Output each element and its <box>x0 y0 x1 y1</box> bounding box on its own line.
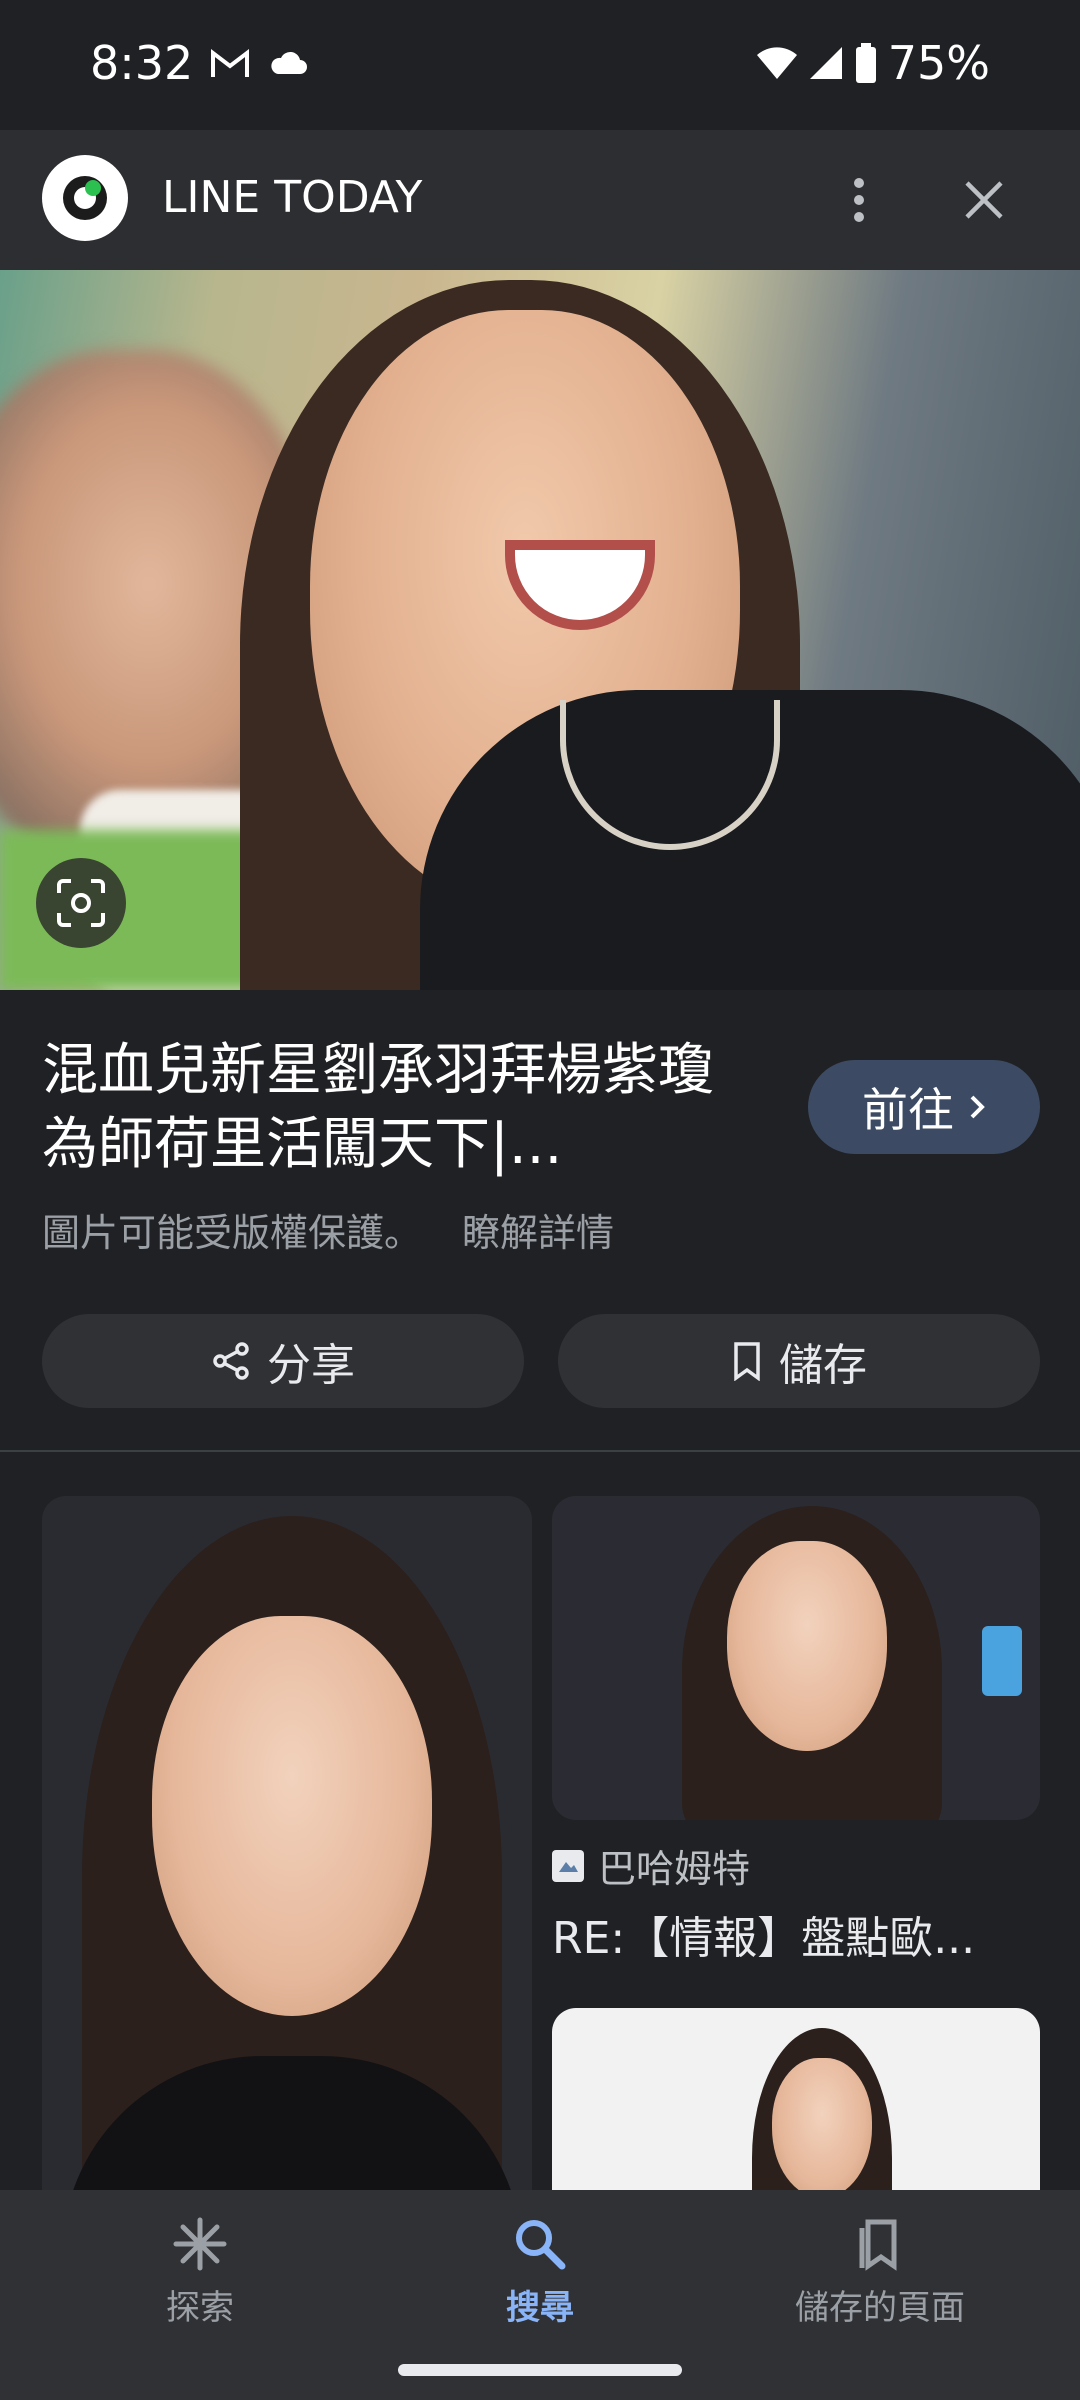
learn-more-link[interactable]: 瞭解詳情 <box>462 1202 614 1257</box>
home-indicator[interactable] <box>398 2364 682 2376</box>
section-divider <box>0 1450 1080 1452</box>
save-button[interactable]: 儲存 <box>558 1314 1040 1408</box>
related-source[interactable]: 巴哈姆特 <box>552 1838 750 1893</box>
nav-explore-label: 探索 <box>166 2288 234 2328</box>
more-options-button[interactable] <box>836 170 882 230</box>
bahamut-favicon-icon <box>552 1849 584 1882</box>
bookmark-icon <box>734 1342 760 1381</box>
notification-icons <box>210 48 308 80</box>
related-title[interactable]: RE:【情報】盤點歐... <box>552 1902 1040 1966</box>
chevron-right-icon <box>970 1095 985 1119</box>
google-lens-button[interactable] <box>36 858 126 948</box>
battery-percent: 75% <box>887 36 990 90</box>
nav-search[interactable]: 搜尋 <box>420 2214 660 2329</box>
wifi-icon <box>756 47 797 79</box>
source-name: 巴哈姆特 <box>598 1847 751 1891</box>
status-right: 75% <box>756 36 990 90</box>
line-today-logo-icon <box>63 176 107 220</box>
close-icon <box>965 181 1003 219</box>
result-title[interactable]: 混血兒新星劉承羽拜楊紫瓊為師荷里活闖天下|... <box>42 1034 742 1182</box>
asterisk-icon <box>173 2217 227 2271</box>
status-bar: 8:32 75% <box>0 0 1080 130</box>
share-label: 分享 <box>267 1340 355 1391</box>
cloud-icon <box>271 51 307 74</box>
status-time: 8:32 <box>90 36 194 90</box>
battery-icon <box>855 43 876 83</box>
nav-explore[interactable]: 探索 <box>80 2214 320 2329</box>
gmail-icon <box>211 48 249 77</box>
save-label: 儲存 <box>779 1340 867 1391</box>
bookmarks-icon <box>859 2219 897 2271</box>
share-button[interactable]: 分享 <box>42 1314 524 1408</box>
visit-label: 前往 <box>862 1083 954 1137</box>
copyright-note: 圖片可能受版權保護。 <box>42 1211 423 1255</box>
nav-saved-label: 儲存的頁面 <box>795 2288 965 2328</box>
related-image-1[interactable] <box>42 1496 532 2216</box>
visit-button[interactable]: 前往 <box>808 1060 1040 1154</box>
more-vert-icon <box>854 178 864 222</box>
share-icon <box>213 1342 249 1380</box>
close-button[interactable] <box>954 170 1014 230</box>
lens-icon <box>57 879 105 927</box>
main-image[interactable] <box>0 270 1080 990</box>
site-title: LINE TODAY <box>162 172 423 223</box>
search-icon <box>516 2220 566 2270</box>
image-info-panel: 混血兒新星劉承羽拜楊紫瓊為師荷里活闖天下|... 前往 圖片可能受版權保護。 瞭… <box>0 990 1080 1450</box>
nav-search-label: 搜尋 <box>506 2288 574 2328</box>
viewer-header: LINE TODAY <box>0 130 1080 270</box>
site-logo <box>42 155 128 241</box>
nav-saved-pages[interactable]: 儲存的頁面 <box>760 2214 1000 2329</box>
related-image-2[interactable] <box>552 1496 1040 1820</box>
signal-icon <box>809 47 842 79</box>
